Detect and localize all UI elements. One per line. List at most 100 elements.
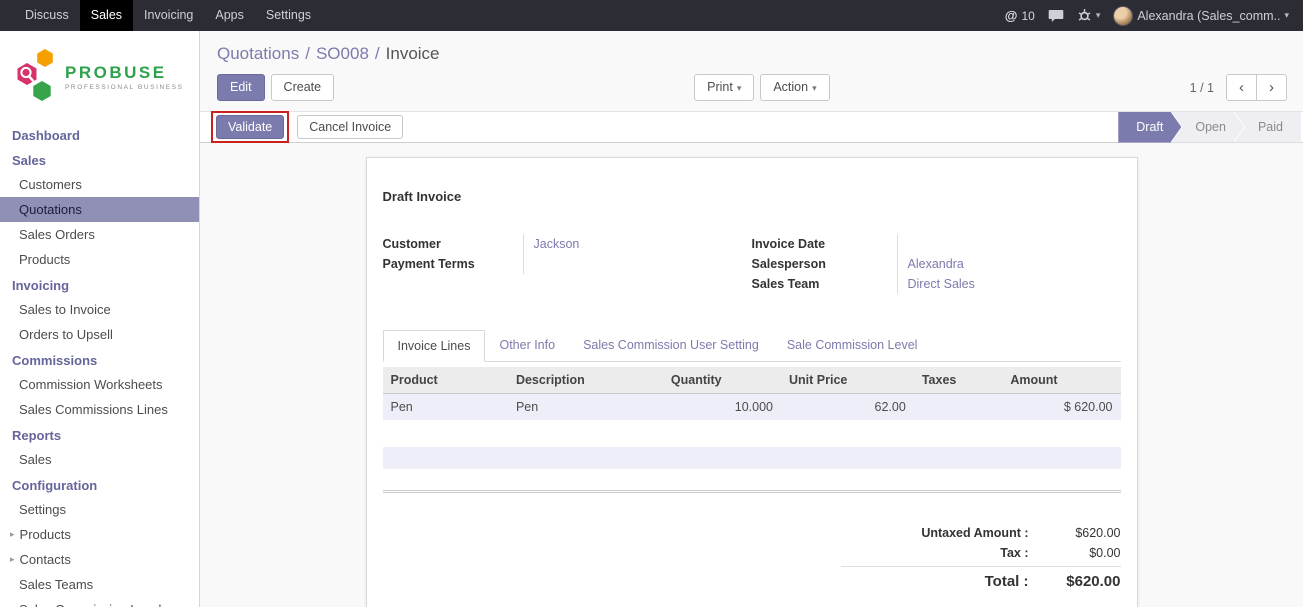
sales-team-value[interactable]: Direct Sales [897,274,1121,294]
sidebar-item-products[interactable]: Products [0,247,199,272]
cell-amount[interactable]: $ 620.00 [1002,394,1120,421]
customer-label: Customer [383,234,523,254]
field-payment-terms: Payment Terms [383,254,752,274]
cell-product[interactable]: Pen [383,394,508,421]
menu-discuss[interactable]: Discuss [14,0,80,31]
caret-down-icon: ▾ [1284,10,1289,21]
form-view: Draft Invoice Customer Jackson Payment T… [200,143,1303,607]
sidebar-section-reports[interactable]: Reports [0,422,199,447]
tax-value: $0.00 [1029,546,1121,560]
tab-sale-commission-level[interactable]: Sale Commission Level [773,330,932,362]
fields-left-column: Customer Jackson Payment Terms [383,234,752,294]
tab-sales-commission-user-setting[interactable]: Sales Commission User Setting [569,330,773,362]
edit-button[interactable]: Edit [217,74,265,100]
total-value: $620.00 [1029,573,1121,590]
sidebar-item-label: Contacts [20,552,71,567]
main-panel: Quotations/SO008/Invoice Edit Create Pri… [200,31,1303,607]
breadcrumb-so008[interactable]: SO008 [316,44,369,63]
activities-menu[interactable]: @ 10 [1005,8,1035,23]
pager-previous-button[interactable]: ‹ [1226,74,1257,101]
status-paid[interactable]: Paid [1234,112,1301,143]
breadcrumb-separator: / [305,44,310,63]
sidebar-item-sales-commission-levels[interactable]: Sales Commission Levels [0,597,199,607]
statusbar: Validate Cancel Invoice Draft Open Paid [200,111,1303,143]
action-dropdown[interactable]: Action▾ [760,74,829,100]
debug-menu[interactable]: ▾ [1077,8,1101,23]
sidebar-item-config-contacts[interactable]: ▸Contacts [0,547,199,572]
sidebar-section-invoicing[interactable]: Invoicing [0,272,199,297]
invoice-date-value[interactable] [897,234,1121,254]
menu-apps[interactable]: Apps [204,0,255,31]
logo-title: PROBUSE [65,64,184,83]
sidebar-section-commissions[interactable]: Commissions [0,347,199,372]
sidebar-item-sales-teams[interactable]: Sales Teams [0,572,199,597]
expand-caret-icon: ▸ [10,529,15,540]
sidebar-item-customers[interactable]: Customers [0,172,199,197]
menu-invoicing[interactable]: Invoicing [133,0,204,31]
invoice-sheet: Draft Invoice Customer Jackson Payment T… [366,157,1138,607]
field-sales-team: Sales Team Direct Sales [752,274,1121,294]
column-header-quantity[interactable]: Quantity [663,367,781,394]
pager: 1 / 1 ‹ › [1190,74,1287,101]
sidebar-item-config-products[interactable]: ▸Products [0,522,199,547]
tab-other-info[interactable]: Other Info [485,330,569,362]
status-draft[interactable]: Draft [1118,112,1181,143]
breadcrumb: Quotations/SO008/Invoice [200,31,1303,68]
sidebar-item-sales-to-invoice[interactable]: Sales to Invoice [0,297,199,322]
sidebar-item-settings[interactable]: Settings [0,497,199,522]
sidebar-item-reports-sales[interactable]: Sales [0,447,199,472]
sidebar-item-orders-to-upsell[interactable]: Orders to Upsell [0,322,199,347]
sidebar-section-dashboard[interactable]: Dashboard [0,122,199,147]
total-label: Total : [985,573,1029,590]
tab-invoice-lines[interactable]: Invoice Lines [383,330,486,362]
cell-taxes[interactable] [914,394,1003,421]
user-name: Alexandra (Sales_comm.. [1137,9,1280,23]
column-header-product[interactable]: Product [383,367,508,394]
pager-buttons: ‹ › [1226,74,1287,101]
pager-next-button[interactable]: › [1256,74,1287,101]
sidebar: PROBUSE PROFESSIONAL BUSINESS Dashboard … [0,31,200,607]
column-header-taxes[interactable]: Taxes [914,367,1003,394]
table-header-row: Product Description Quantity Unit Price … [383,367,1121,394]
app-menu: Discuss Sales Invoicing Apps Settings [14,0,322,31]
caret-down-icon: ▾ [1096,10,1101,21]
sidebar-item-label: Sales Commission Levels [19,602,168,607]
status-open[interactable]: Open [1171,112,1244,143]
field-salesperson: Salesperson Alexandra [752,254,1121,274]
sidebar-item-sales-orders[interactable]: Sales Orders [0,222,199,247]
breadcrumb-quotations[interactable]: Quotations [217,44,299,63]
totals-block: Untaxed Amount : $620.00 Tax : $0.00 Tot… [841,523,1121,593]
field-customer: Customer Jackson [383,234,752,254]
column-header-amount[interactable]: Amount [1002,367,1120,394]
salesperson-value[interactable]: Alexandra [897,254,1121,274]
column-header-unit-price[interactable]: Unit Price [781,367,914,394]
sidebar-item-commission-worksheets[interactable]: Commission Worksheets [0,372,199,397]
column-header-description[interactable]: Description [508,367,663,394]
sidebar-section-configuration[interactable]: Configuration [0,472,199,497]
user-menu[interactable]: Alexandra (Sales_comm.. ▾ [1113,6,1289,26]
sidebar-item-label: Customers [19,177,82,192]
validate-button[interactable]: Validate [216,115,284,139]
sidebar-item-quotations[interactable]: Quotations [0,197,199,222]
customer-value[interactable]: Jackson [523,234,752,254]
chat-bubble-icon [1048,9,1064,23]
caret-down-icon: ▾ [812,83,817,93]
cell-quantity[interactable]: 10.000 [663,394,781,421]
chevron-left-icon: ‹ [1239,79,1244,96]
cancel-invoice-button[interactable]: Cancel Invoice [297,115,403,139]
sales-team-label: Sales Team [752,274,897,294]
cell-description[interactable]: Pen [508,394,663,421]
payment-terms-value[interactable] [523,254,752,274]
tax-row: Tax : $0.00 [841,543,1121,563]
sidebar-item-sales-commissions-lines[interactable]: Sales Commissions Lines [0,397,199,422]
messages-menu[interactable] [1048,9,1064,23]
sidebar-item-label: Sales Commissions Lines [19,402,168,417]
activity-count: 10 [1021,9,1034,23]
menu-sales[interactable]: Sales [80,0,133,31]
print-dropdown[interactable]: Print▾ [694,74,754,100]
cell-unit-price[interactable]: 62.00 [781,394,914,421]
sidebar-section-sales[interactable]: Sales [0,147,199,172]
menu-settings[interactable]: Settings [255,0,322,31]
create-button[interactable]: Create [271,74,335,100]
invoice-line-row[interactable]: Pen Pen 10.000 62.00 $ 620.00 [383,394,1121,421]
